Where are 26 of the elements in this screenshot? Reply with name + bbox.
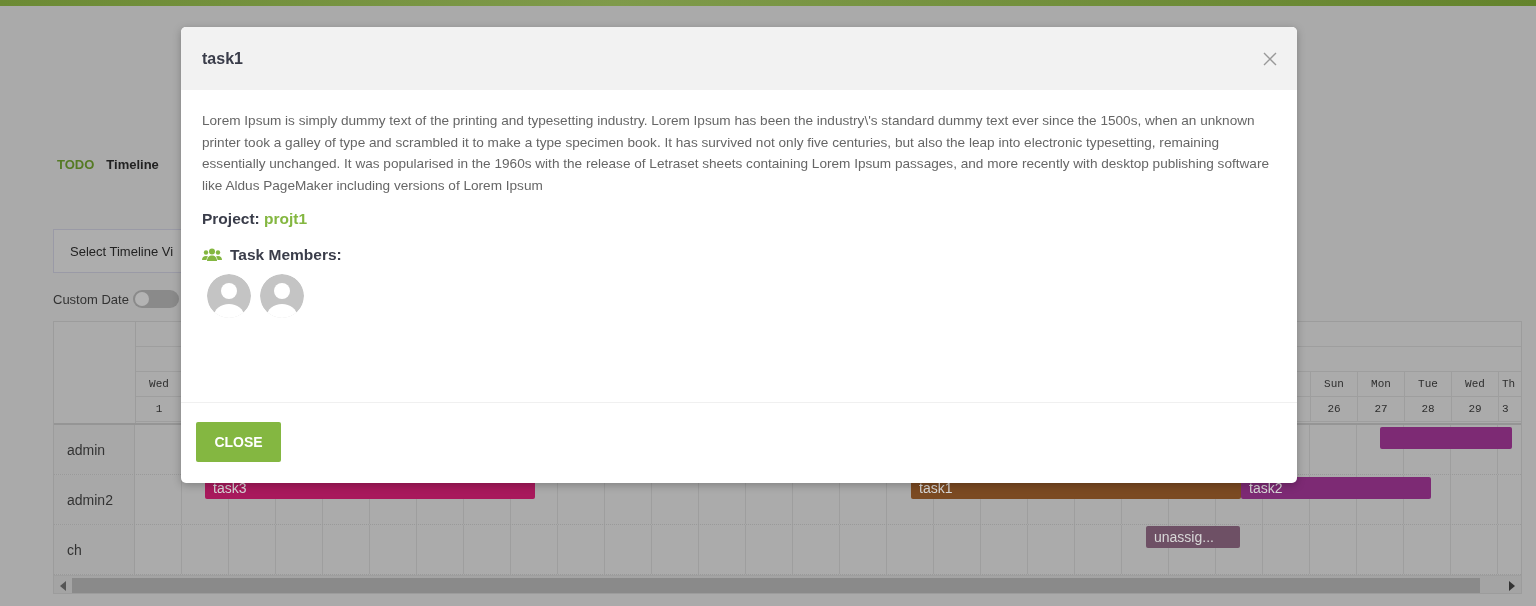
scroll-right-icon[interactable] — [1509, 580, 1515, 591]
weekday-cell: Mon — [1358, 372, 1405, 396]
weekday-cell-text: Th — [1501, 377, 1517, 392]
scrollbar-thumb[interactable] — [72, 578, 1480, 593]
dialog-title: task1 — [202, 49, 243, 68]
custom-date-label: Custom Date — [53, 291, 129, 307]
date-cell: 27 — [1358, 397, 1405, 421]
task-bar[interactable]: unassig... — [1146, 526, 1240, 548]
date-cell-text: 3 — [1501, 402, 1510, 417]
nav-tab[interactable]: Timeline — [106, 156, 159, 172]
date-cell: 29 — [1452, 397, 1499, 421]
date-cell: 26 — [1311, 397, 1358, 421]
custom-date-toggle[interactable] — [132, 290, 179, 308]
scroll-left-icon[interactable] — [60, 580, 66, 591]
task-description: Lorem Ipsum is simply dummy text of the printing and typesetting industry. Lorem Ipsum has been the industry\'s standard dummy text ever since the 1500s, when an unknown printer took a galley of type and scrambled it to make a type specimen book. It has survived not only five centuries, but also the leap into electronic typesetting, remaining essentially unchanged. It was popularised in the 1960s with the release of Letraset sheets containing Lorem Ipsum passages, and more recently with desktop publishing software like Aldus PageMaker including versions of Lorem Ipsum — [202, 112, 1270, 195]
avatar-icon — [260, 274, 304, 318]
close-icon[interactable] — [1263, 51, 1277, 66]
avatar-icon — [207, 274, 251, 318]
users-icon — [202, 248, 222, 262]
weekday-cell: Sun — [1311, 372, 1358, 396]
weekday-cell: Tue — [1405, 372, 1452, 396]
project-line: Project: projt1 — [202, 210, 309, 228]
task-bar[interactable]: task2 — [1241, 477, 1431, 499]
date-cell: 28 — [1405, 397, 1452, 421]
weekday-cell: Wed — [1452, 372, 1499, 396]
members-label: Task Members: — [230, 246, 342, 264]
